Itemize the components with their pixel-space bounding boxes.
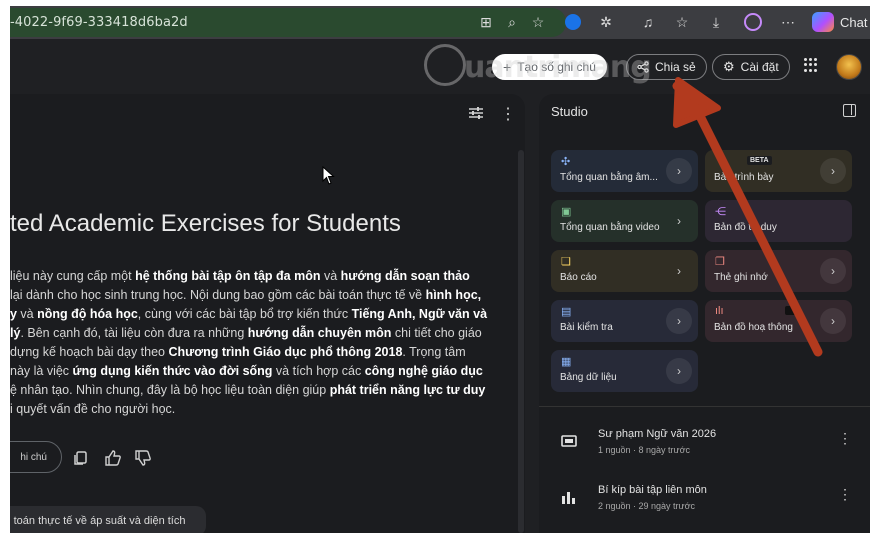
- chat-scrollbar[interactable]: [518, 150, 524, 533]
- chevron-right-icon[interactable]: ›: [666, 358, 692, 384]
- bar-chart-icon: [562, 492, 575, 504]
- studio-tile-label: Bài kiểm tra: [560, 322, 613, 333]
- studio-tile-infographic[interactable]: ılı Bản đồ hoạ thông ›: [705, 300, 852, 342]
- share-label: Chia sẻ: [655, 60, 696, 74]
- save-to-note-button[interactable]: hi chú: [10, 441, 62, 473]
- studio-tile-mind-map[interactable]: ⋲ Bản đồ tư duy: [705, 200, 852, 242]
- suggested-question-text: ài toán thực tế về áp suất và diện tích: [10, 515, 186, 527]
- collapse-panel-icon[interactable]: [843, 104, 856, 117]
- studio-tile-report[interactable]: ❏ Báo cáo ›: [551, 250, 698, 292]
- chevron-right-icon[interactable]: ›: [666, 158, 692, 184]
- document-title: ted Academic Exercises for Students: [10, 210, 401, 237]
- download-icon[interactable]: ⤓: [706, 12, 726, 32]
- chevron-right-icon[interactable]: ›: [666, 258, 692, 284]
- more-vertical-icon[interactable]: ⋮: [838, 430, 852, 447]
- copilot-icon: [812, 12, 834, 32]
- chevron-right-icon[interactable]: ›: [666, 308, 692, 334]
- video-icon: ▣: [561, 206, 572, 218]
- studio-tile-video-overview[interactable]: ▣ Tổng quan bằng video ›: [551, 200, 698, 242]
- app-header: + Tạo số ghi chú Chia sẻ ⚙ Cài đặt: [10, 39, 870, 94]
- waveform-icon: ✣: [561, 156, 571, 168]
- create-notebook-label: Tạo số ghi chú: [517, 60, 596, 74]
- studio-tile-data-table[interactable]: ▦ Bảng dữ liệu ›: [551, 350, 698, 392]
- media-icon[interactable]: ♫: [638, 12, 658, 32]
- studio-tile-label: Bản đồ hoạ thông: [714, 322, 793, 333]
- app-window: -4022-9f69-333418d6ba2d ⊞ ⌕ ☆ ✲ ♫ ☆ ⤓ ⋯ …: [10, 6, 870, 533]
- studio-tile-flashcards[interactable]: ❐ Thẻ ghi nhớ ›: [705, 250, 852, 292]
- settings-button[interactable]: ⚙ Cài đặt: [712, 54, 790, 80]
- gear-icon: ⚙: [723, 59, 735, 74]
- infographic-icon: ılı: [715, 305, 724, 317]
- app-grid-icon[interactable]: ⊞: [476, 12, 496, 32]
- thumbs-up-icon[interactable]: [104, 449, 122, 467]
- copilot-chat-button[interactable]: Chat: [812, 10, 867, 34]
- document-summary: liệu này cung cấp một hệ thống bài tập ô…: [10, 269, 488, 416]
- chat-label: Chat: [840, 14, 868, 30]
- beta-badge: BETA: [747, 156, 772, 165]
- list-item[interactable]: Bí kíp bài tập liên môn 2 nguồn · 29 ngà…: [539, 476, 870, 526]
- create-notebook-button[interactable]: + Tạo số ghi chú: [492, 54, 607, 80]
- browser-toolbar: -4022-9f69-333418d6ba2d ⊞ ⌕ ☆ ✲ ♫ ☆ ⤓ ⋯ …: [10, 6, 870, 39]
- note-title: Bí kíp bài tập liên môn: [598, 484, 707, 496]
- more-vertical-icon[interactable]: ⋮: [838, 486, 852, 503]
- studio-tile-label: Bản đồ tư duy: [714, 222, 777, 233]
- puzzle-icon[interactable]: ✲: [596, 12, 616, 32]
- chevron-right-icon[interactable]: ›: [666, 208, 692, 234]
- studio-tile-label: Tổng quan bằng âm...: [560, 172, 658, 183]
- star-icon[interactable]: ☆: [528, 12, 548, 32]
- studio-tile-label: Thẻ ghi nhớ: [714, 272, 768, 283]
- profile-ring-icon[interactable]: [743, 12, 763, 32]
- suggested-question-chip[interactable]: ài toán thực tế về áp suất và diện tích: [10, 506, 206, 533]
- extension-blue-icon[interactable]: [563, 12, 583, 32]
- note-meta: 1 nguồn · 8 ngày trước: [598, 445, 690, 455]
- report-icon: ❏: [561, 256, 571, 268]
- avatar[interactable]: [836, 54, 862, 80]
- studio-tile-label: Bản trình bày: [714, 172, 774, 183]
- chevron-right-icon[interactable]: ›: [820, 158, 846, 184]
- zoom-icon[interactable]: ⌕: [502, 12, 522, 32]
- more-vertical-icon[interactable]: ⋮: [500, 104, 516, 124]
- copy-icon[interactable]: [72, 449, 90, 467]
- save-to-note-label: hi chú: [20, 451, 47, 463]
- new-badge: [785, 306, 797, 315]
- note-meta: 2 nguồn · 29 ngày trước: [598, 501, 695, 511]
- studio-tile-label: Báo cáo: [560, 272, 597, 283]
- mindmap-icon: ⋲: [715, 206, 726, 218]
- studio-divider: [539, 406, 870, 407]
- studio-tile-slides[interactable]: BETA Bản trình bày ›: [705, 150, 852, 192]
- apps-grid-icon[interactable]: [804, 58, 818, 72]
- tune-icon[interactable]: [468, 106, 484, 120]
- chat-panel: ⋮ ted Academic Exercises for Students li…: [10, 94, 525, 533]
- studio-tile-audio-overview[interactable]: ✣ Tổng quan bằng âm... ›: [551, 150, 698, 192]
- studio-panel: Studio ✣ Tổng quan bằng âm... › BETA Bản…: [539, 94, 870, 533]
- share-icon: [637, 61, 649, 73]
- table-icon: ▦: [561, 356, 572, 368]
- plus-icon: +: [503, 59, 512, 75]
- quiz-icon: ▤: [561, 306, 572, 318]
- settings-label: Cài đặt: [740, 60, 779, 74]
- more-horizontal-icon[interactable]: ⋯: [778, 12, 798, 32]
- favorites-icon[interactable]: ☆: [672, 12, 692, 32]
- chevron-right-icon[interactable]: ›: [820, 258, 846, 284]
- studio-title: Studio: [551, 104, 588, 119]
- slides-note-icon: [561, 435, 577, 447]
- studio-tile-label: Tổng quan bằng video: [560, 222, 660, 233]
- studio-tile-label: Bảng dữ liệu: [560, 372, 617, 383]
- chevron-right-icon[interactable]: ›: [820, 308, 846, 334]
- studio-tile-quiz[interactable]: ▤ Bài kiểm tra ›: [551, 300, 698, 342]
- share-button[interactable]: Chia sẻ: [626, 54, 707, 80]
- list-item[interactable]: Sư phạm Ngữ văn 2026 1 nguồn · 8 ngày tr…: [539, 420, 870, 470]
- flashcards-icon: ❐: [715, 256, 725, 268]
- mouse-cursor-icon: [322, 166, 335, 185]
- note-title: Sư phạm Ngữ văn 2026: [598, 428, 717, 440]
- url-text: -4022-9f69-333418d6ba2d: [10, 15, 188, 30]
- thumbs-down-icon[interactable]: [134, 449, 152, 467]
